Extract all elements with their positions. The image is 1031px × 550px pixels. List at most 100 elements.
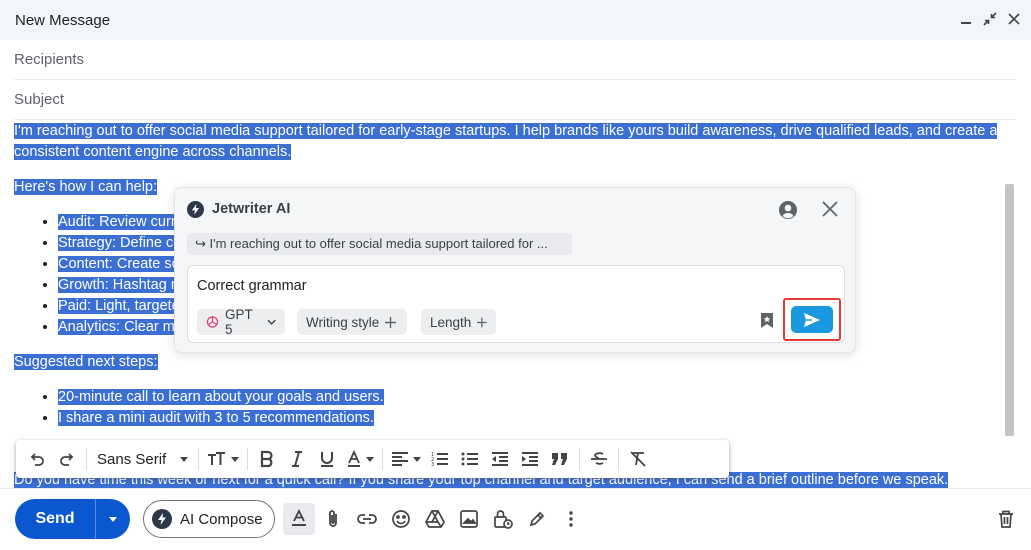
strikethrough-button[interactable]	[584, 444, 614, 474]
openai-icon	[206, 316, 219, 328]
more-options-button[interactable]	[555, 503, 587, 535]
body-scrollbar[interactable]	[1005, 184, 1014, 436]
insert-link-button[interactable]	[351, 503, 383, 535]
intro-paragraph: I'm reaching out to offer social media s…	[14, 121, 1004, 163]
undo-button[interactable]	[22, 444, 52, 474]
intro-line-2: consistent content engine across channel…	[14, 144, 292, 160]
next-steps-list: 20-minute call to learn about your goals…	[14, 387, 1004, 429]
lock-clock-icon	[494, 510, 513, 529]
prompt-input[interactable]: Correct grammar	[197, 278, 307, 294]
chevron-down-icon	[413, 456, 422, 462]
chevron-down-icon	[231, 456, 240, 462]
subject-field[interactable]: Subject	[14, 80, 1016, 120]
redo-button[interactable]	[52, 444, 82, 474]
recipients-field[interactable]: Recipients	[14, 40, 1016, 80]
italic-button[interactable]	[282, 444, 312, 474]
model-label: GPT 5	[224, 307, 253, 337]
quote-button[interactable]	[545, 444, 575, 474]
link-icon	[357, 514, 377, 524]
numbered-list-button[interactable]: 123	[425, 444, 455, 474]
jetwriter-logo-icon	[152, 509, 172, 529]
close-icon	[822, 201, 838, 217]
indent-less-button[interactable]	[485, 444, 515, 474]
intro-line-1: I'm reaching out to offer social media s…	[14, 123, 998, 139]
list-item: I share a mini audit with 3 to 5 recomme…	[58, 408, 1004, 429]
length-label: Length	[430, 314, 472, 330]
plus-icon	[477, 317, 487, 327]
next-steps-heading: Suggested next steps:	[14, 354, 158, 370]
paperclip-icon	[329, 510, 337, 527]
close-icon	[1008, 13, 1020, 25]
window-controls	[957, 8, 1023, 30]
bold-button[interactable]	[252, 444, 282, 474]
attach-file-button[interactable]	[317, 503, 349, 535]
indent-more-icon	[522, 452, 539, 466]
discard-draft-button[interactable]	[990, 503, 1022, 535]
close-button[interactable]	[1005, 8, 1023, 30]
chevron-down-icon	[180, 456, 189, 462]
send-button-group: Send	[15, 499, 130, 539]
chevron-down-icon	[267, 319, 276, 325]
svg-text:3: 3	[431, 462, 434, 467]
insert-emoji-button[interactable]	[385, 503, 417, 535]
bulleted-list-button[interactable]	[455, 444, 485, 474]
formatting-options-button[interactable]	[283, 503, 315, 535]
jetwriter-logo-icon	[187, 201, 204, 218]
bookmark-star-icon	[761, 313, 773, 328]
subject-placeholder: Subject	[14, 91, 65, 108]
text-color-button[interactable]	[342, 444, 378, 474]
strikethrough-icon	[591, 452, 608, 465]
align-button[interactable]	[387, 444, 425, 474]
remove-formatting-icon	[630, 451, 646, 467]
bulleted-list-icon	[461, 452, 479, 466]
insert-drive-button[interactable]	[419, 503, 451, 535]
send-button[interactable]: Send	[15, 510, 95, 528]
underline-icon	[321, 452, 334, 467]
compose-actions	[283, 503, 587, 535]
prompt-box[interactable]: Correct grammar GPT 5 Writing style Leng…	[187, 265, 845, 343]
list-item: 20-minute call to learn about your goals…	[58, 387, 1004, 408]
underline-button[interactable]	[312, 444, 342, 474]
text-format-icon	[292, 509, 306, 526]
jetwriter-title: Jetwriter AI	[212, 201, 291, 217]
compose-header: New Message	[0, 0, 1031, 40]
quote-icon	[552, 453, 568, 465]
indent-more-button[interactable]	[515, 444, 545, 474]
plus-icon	[385, 316, 397, 328]
saved-prompts-button[interactable]	[760, 312, 774, 334]
window-title: New Message	[15, 11, 111, 29]
selected-text-quote: ↪ I'm reaching out to offer social media…	[187, 233, 572, 255]
minimize-button[interactable]	[957, 8, 975, 30]
text-size-icon	[208, 452, 226, 465]
ai-compose-button[interactable]: AI Compose	[143, 500, 275, 538]
writing-style-label: Writing style	[306, 314, 380, 330]
user-circle-icon	[779, 201, 797, 219]
font-family-value: Sans Serif	[97, 450, 167, 468]
length-button[interactable]: Length	[421, 309, 496, 335]
undo-icon	[30, 453, 44, 466]
align-left-icon	[392, 452, 409, 466]
jetwriter-panel: Jetwriter AI ↪ I'm reaching out to offer…	[174, 187, 856, 353]
text-color-icon	[348, 450, 361, 467]
jetwriter-close-button[interactable]	[821, 200, 839, 223]
ai-compose-label: AI Compose	[180, 510, 263, 528]
insert-signature-button[interactable]	[521, 503, 553, 535]
exit-fullscreen-button[interactable]	[981, 8, 999, 30]
account-button[interactable]	[778, 200, 798, 225]
formatting-toolbar: Sans Serif 123	[16, 440, 729, 478]
chevron-down-icon	[366, 456, 375, 462]
italic-icon	[292, 451, 303, 467]
bold-icon	[261, 450, 273, 468]
send-options-button[interactable]	[96, 516, 130, 522]
emoji-icon	[392, 510, 410, 528]
exit-fullscreen-icon	[983, 12, 997, 26]
writing-style-button[interactable]: Writing style	[297, 309, 407, 335]
font-family-select[interactable]: Sans Serif	[91, 451, 194, 468]
confidential-mode-button[interactable]	[487, 503, 519, 535]
font-size-button[interactable]	[203, 444, 243, 474]
model-select[interactable]: GPT 5	[197, 307, 285, 337]
remove-formatting-button[interactable]	[623, 444, 653, 474]
recipients-placeholder: Recipients	[14, 51, 85, 68]
jetwriter-send-button[interactable]	[791, 306, 833, 333]
insert-photo-button[interactable]	[453, 503, 485, 535]
